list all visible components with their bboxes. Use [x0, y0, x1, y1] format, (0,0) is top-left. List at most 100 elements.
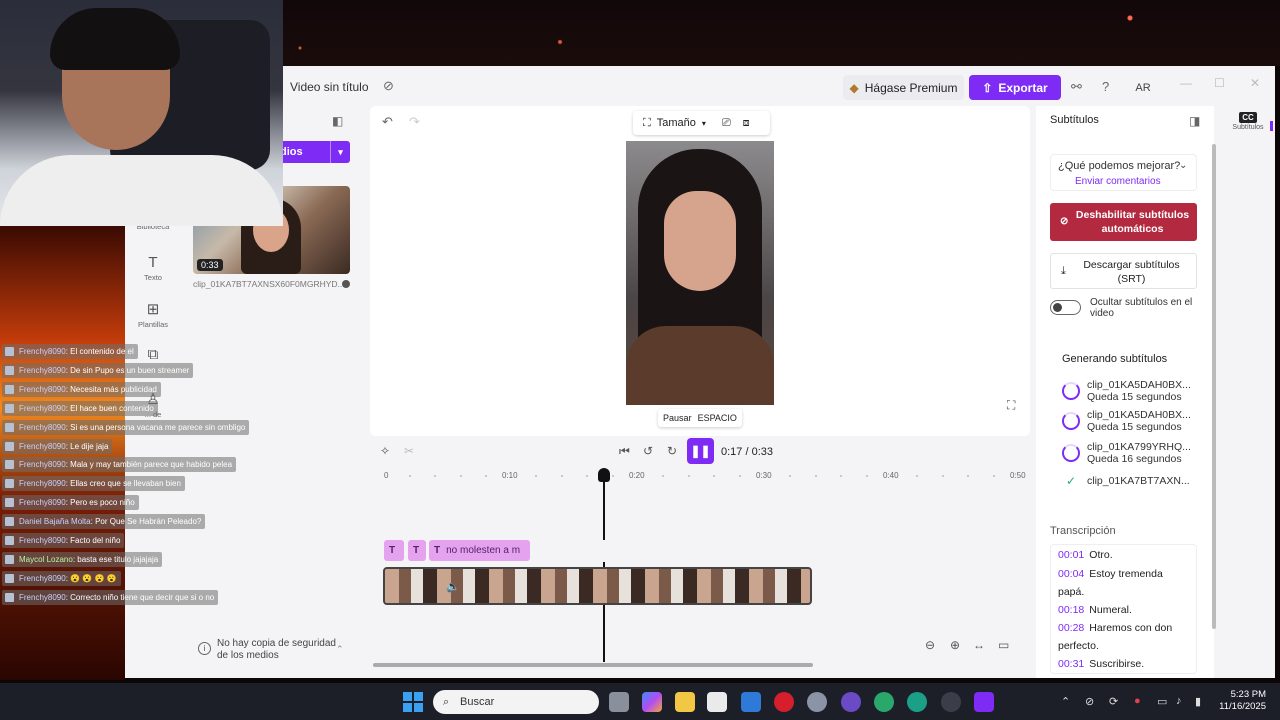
display-icon[interactable]: ▭ [1157, 695, 1167, 708]
generating-item: clip_01KA5DAH0BX... Queda 15 segundos [1062, 379, 1202, 403]
close-icon[interactable]: ✕ [1250, 76, 1260, 90]
download-icon: ⤓ [1061, 265, 1066, 277]
taskbar-search[interactable]: ⌕ Buscar [433, 690, 599, 714]
settings-icon[interactable] [807, 692, 827, 712]
magic-icon[interactable]: ✧ [380, 444, 390, 458]
transcript-line[interactable]: 00:18 Numeral. [1058, 601, 1193, 619]
generating-item-status: Queda 15 segundos [1087, 421, 1182, 433]
ruler-tick [560, 475, 563, 477]
edge-dev-icon[interactable] [907, 692, 927, 712]
import-media-button[interactable]: dios ▾ [276, 141, 350, 163]
chat-message: Frenchy8090: Le dije jaja [2, 439, 113, 454]
volume-icon[interactable]: 🔈 [446, 580, 460, 593]
opera-icon[interactable] [774, 692, 794, 712]
ruler-tick [484, 475, 487, 477]
cc-icon: CC [1239, 112, 1257, 123]
split-icon[interactable]: ✂ [404, 444, 414, 458]
network-off-icon[interactable]: ⊘ [1085, 695, 1094, 708]
transcript-line[interactable]: 00:04 Estoy tremenda papá. [1058, 565, 1178, 601]
undo-icon[interactable]: ↶ [382, 114, 393, 130]
fit-icon[interactable]: ⧈ [743, 117, 750, 130]
chat-text: Por Que Se Habrán Peleado? [95, 517, 202, 526]
forward-5-icon[interactable]: ↻ [667, 444, 677, 458]
chat-message: Daniel Bajaña Molta: Por Que Se Habrán P… [2, 514, 206, 529]
chat-avatar [5, 517, 14, 526]
chat-avatar [5, 347, 14, 356]
share-icon[interactable]: ⚯ [1071, 79, 1082, 95]
nav-templates[interactable]: ⊞ Plantillas [134, 300, 172, 329]
skip-back-icon[interactable]: ⏮ [619, 444, 630, 459]
chevron-down-icon[interactable]: ⌄ [1179, 160, 1187, 171]
volume-icon[interactable]: ♪ [1176, 695, 1182, 707]
mail-icon[interactable] [741, 692, 761, 712]
chat-avatar [5, 385, 14, 394]
disable-subtitles-button[interactable]: ⊘ Deshabilitar subtítulos automáticos [1050, 203, 1197, 241]
chevron-up-icon[interactable]: ⌃ [336, 644, 344, 655]
help-icon[interactable]: ? [1102, 79, 1109, 94]
subtitle-clip[interactable]: T [384, 540, 404, 561]
taskbar-clock[interactable]: 5:23 PM 11/16/2025 [1216, 689, 1266, 713]
clip-name: clip_01KA7BT7AXNSX60F0MGRHYD... [193, 279, 345, 289]
vertical-scrollbar[interactable] [1212, 144, 1216, 629]
clipchamp-icon[interactable] [974, 692, 994, 712]
zoom-out-icon[interactable]: ⊖ [925, 638, 935, 652]
app-icon[interactable] [841, 692, 861, 712]
task-view-icon[interactable] [609, 692, 629, 712]
file-explorer-icon[interactable] [675, 692, 695, 712]
tab-subtitles[interactable]: CC Subtítulos [1230, 112, 1266, 131]
store-icon[interactable] [707, 692, 727, 712]
nav-text[interactable]: T Texto [134, 254, 172, 282]
chevron-down-icon[interactable]: ▾ [330, 141, 350, 163]
redo-icon[interactable]: ↷ [409, 114, 420, 130]
chat-username: Frenchy8090 [19, 498, 66, 507]
subtitle-clip[interactable]: T no molesten a m [429, 540, 530, 561]
no-save-icon[interactable]: ⊘ [383, 78, 399, 94]
maximize-icon[interactable]: ☐ [1214, 76, 1225, 90]
hide-subtitles-toggle[interactable] [1050, 300, 1081, 315]
chevron-up-icon[interactable]: ⌃ [1061, 695, 1070, 708]
avatar[interactable]: AR [1132, 77, 1154, 99]
ruler-label: 0:20 [629, 471, 645, 480]
download-srt-button[interactable]: ⤓ Descargar subtítulos (SRT) [1050, 253, 1197, 289]
generating-item: clip_01KA5DAH0BX... Queda 15 segundos [1062, 409, 1202, 433]
fit-timeline-icon[interactable]: ↔ [973, 638, 985, 652]
horizontal-scrollbar[interactable] [373, 663, 813, 667]
transitions-icon: ⧉ [147, 346, 159, 363]
copilot-icon[interactable] [642, 692, 662, 712]
battery-icon[interactable]: ▮ [1195, 695, 1201, 708]
rewind-5-icon[interactable]: ↺ [643, 444, 653, 458]
export-button[interactable]: ⇧ Exportar [969, 75, 1061, 100]
chat-username: Daniel Bajaña Molta [19, 517, 91, 526]
zoom-in-icon[interactable]: ⊕ [950, 638, 960, 652]
obs-icon[interactable] [941, 692, 961, 712]
fullscreen-icon[interactable]: ⛶ [1007, 398, 1015, 413]
chat-username: Frenchy8090 [19, 442, 66, 451]
feedback-link[interactable]: Enviar comentarios [1075, 176, 1161, 187]
timeline-settings-icon[interactable]: ▭ [998, 638, 1009, 652]
premium-button[interactable]: ◆ Hágase Premium [843, 75, 964, 100]
microphone-icon[interactable]: ● [1134, 695, 1141, 707]
transcript-text: Numeral. [1089, 604, 1132, 616]
size-toolbar[interactable]: ⛶ Tamaño ▾ ⎚ ⧈ [633, 111, 770, 135]
project-title[interactable]: Video sin título [290, 80, 369, 94]
sync-icon[interactable]: ⟳ [1109, 695, 1118, 708]
upload-icon: ⇧ [982, 80, 993, 95]
right-rail [1228, 106, 1268, 678]
collapse-panel-icon[interactable]: ◧ [332, 114, 343, 128]
windows-start-icon[interactable] [403, 692, 423, 712]
transcript-line[interactable]: 00:01 Otro. [1058, 546, 1193, 564]
transcript-line[interactable]: 00:31 Suscribirse. [1058, 655, 1193, 673]
loading-spinner-icon [1062, 412, 1080, 430]
replace-icon[interactable]: ⎚ [722, 117, 731, 130]
collapse-panel-icon[interactable]: ◨ [1189, 114, 1200, 128]
subtitle-clip[interactable]: T [408, 540, 426, 561]
video-preview[interactable] [626, 141, 774, 405]
minimize-icon[interactable]: — [1180, 76, 1192, 90]
transcript-line[interactable]: 00:28 Haremos con don perfecto. [1058, 619, 1183, 655]
generating-item-status: Queda 16 segundos [1087, 453, 1182, 465]
chat-avatar [5, 366, 14, 375]
edge-icon[interactable] [874, 692, 894, 712]
chat-text: Ellas creo que se llevaban bien [70, 479, 181, 488]
pause-button[interactable]: ❚❚ [687, 438, 714, 464]
generating-item: clip_01KA799YRHQ... Queda 16 segundos [1062, 441, 1202, 465]
